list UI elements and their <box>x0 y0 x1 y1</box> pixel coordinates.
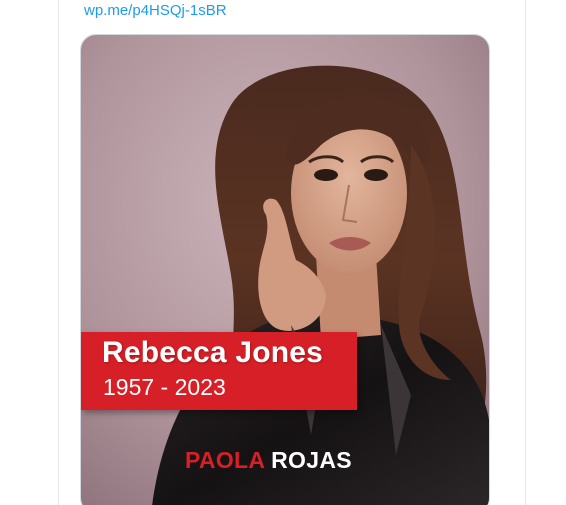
tweet-shortlink[interactable]: wp.me/p4HSQj-1sBR <box>84 2 227 20</box>
brand-last-name: ROJAS <box>264 447 352 473</box>
tweet-page: wp.me/p4HSQj-1sBR Rebecca Jones 1957 - 2… <box>0 0 566 505</box>
timeline-divider-right <box>525 0 526 505</box>
banner-years: 1957 - 2023 <box>103 374 226 400</box>
name-banner: Rebecca Jones 1957 - 2023 <box>81 332 357 410</box>
portrait-photo <box>81 35 489 505</box>
brand-first-name: PAOLA <box>185 447 265 473</box>
brand-watermark: PAOLA ROJAS <box>185 447 352 474</box>
banner-name: Rebecca Jones <box>102 336 324 369</box>
tweet-media-image[interactable]: Rebecca Jones 1957 - 2023 PAOLA ROJAS <box>80 34 490 505</box>
timeline-divider-left <box>58 0 59 505</box>
